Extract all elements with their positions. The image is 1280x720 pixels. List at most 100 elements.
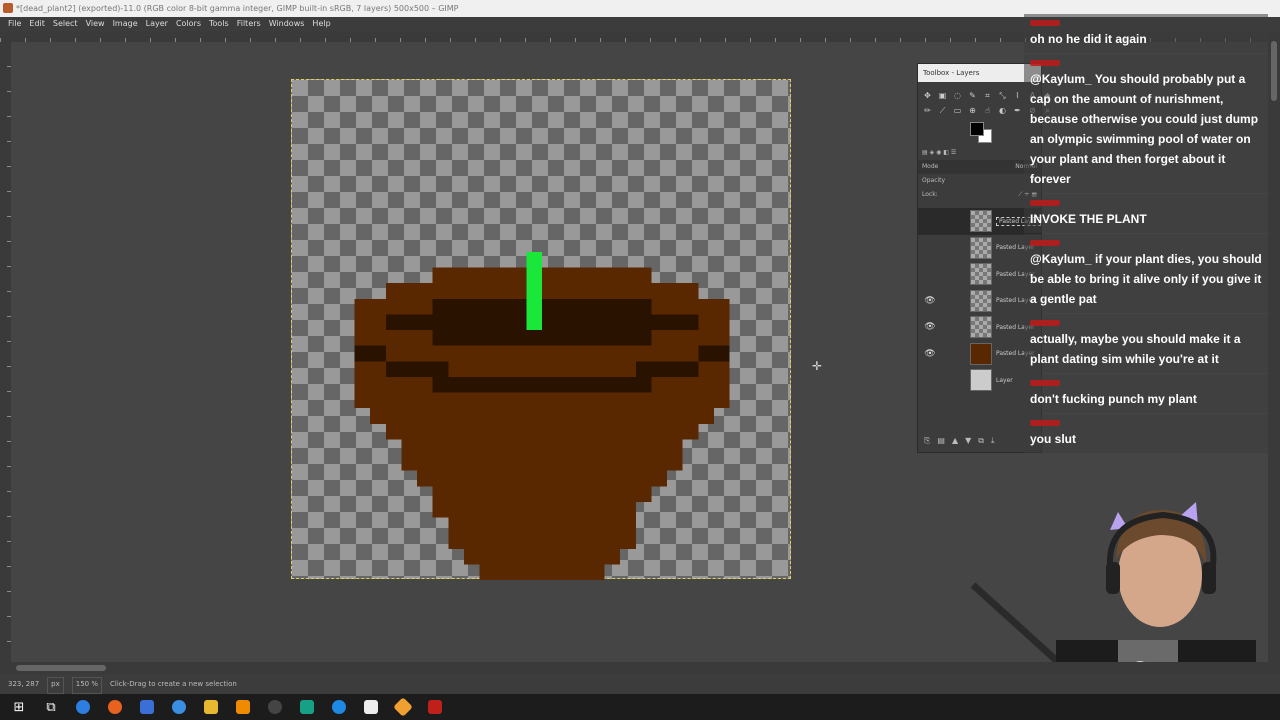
path-tool-icon[interactable]: ✒ <box>1012 105 1023 116</box>
image-workspace[interactable] <box>11 42 1041 662</box>
windows-start-icon[interactable]: ⊞ <box>6 696 32 718</box>
pot-pixel <box>463 548 621 565</box>
layer-row[interactable]: Pasted Layer <box>918 208 1041 235</box>
color-swatches <box>918 118 1041 146</box>
menu-view[interactable]: View <box>82 17 109 31</box>
vlc-icon[interactable] <box>230 696 256 718</box>
globe-icon[interactable] <box>166 696 192 718</box>
foreground-color-swatch[interactable] <box>970 122 984 136</box>
layer-row[interactable]: Pasted Layer <box>918 261 1041 288</box>
chat-username-redacted <box>1030 420 1060 426</box>
layer-row[interactable]: 👁 Pasted Layer <box>918 288 1041 315</box>
pot-pixel <box>385 423 699 440</box>
chat-username-redacted <box>1030 20 1060 26</box>
eye-icon[interactable]: 👁 <box>918 322 942 332</box>
task-view-icon[interactable]: ⧉ <box>38 696 64 718</box>
image-canvas[interactable] <box>291 79 791 580</box>
new-group-icon[interactable]: ▤ <box>937 436 945 446</box>
chat-username-redacted <box>1030 60 1060 66</box>
clone-tool-icon[interactable]: ⊕ <box>967 105 978 116</box>
chat-message: INVOKE THE PLANT <box>1024 194 1268 233</box>
chat-message: actually, maybe you should make it a pla… <box>1024 314 1268 373</box>
chat-text: don't fucking punch my plant <box>1030 392 1197 406</box>
folder-icon[interactable] <box>198 696 224 718</box>
status-bar: 323, 287 px 150 % Click-Drag to create a… <box>0 674 1280 694</box>
status-hint: Click-Drag to create a new selection <box>110 680 237 688</box>
menu-filters[interactable]: Filters <box>233 17 265 31</box>
crosshair-cursor-icon: ✛ <box>812 359 823 373</box>
layer-row[interactable]: Layer <box>918 367 1041 394</box>
menu-tools[interactable]: Tools <box>205 17 233 31</box>
layer-thumbnail <box>970 236 992 259</box>
raise-layer-icon[interactable]: ▲ <box>952 436 958 446</box>
scroll-thumb[interactable] <box>16 665 106 671</box>
pot-pixel <box>370 408 714 424</box>
menu-image[interactable]: Image <box>109 17 142 31</box>
menu-colors[interactable]: Colors <box>172 17 205 31</box>
menu-help[interactable]: Help <box>308 17 334 31</box>
duplicate-layer-icon[interactable]: ⧉ <box>978 436 984 446</box>
menu-layer[interactable]: Layer <box>142 17 172 31</box>
merge-layer-icon[interactable]: ⤓ <box>991 436 995 446</box>
dodge-tool-icon[interactable]: ◐ <box>997 105 1008 116</box>
chat-message: oh no he did it again <box>1024 14 1268 53</box>
firefox-icon[interactable] <box>102 696 128 718</box>
gimp-app-icon <box>3 3 13 13</box>
pot-pixel <box>432 330 652 346</box>
chat-text: you slut <box>1030 432 1077 446</box>
layer-thumbnail <box>970 263 992 286</box>
chat-text: @Kaylum_ if your plant dies, you should … <box>1030 252 1262 306</box>
menu-select[interactable]: Select <box>49 17 82 31</box>
layer-row[interactable]: 👁 Pasted Layer <box>918 314 1041 341</box>
pointer-coords: 323, 287 <box>8 680 40 688</box>
mail-icon[interactable] <box>134 696 160 718</box>
inkscape-icon[interactable] <box>358 696 384 718</box>
horizontal-scrollbar[interactable] <box>0 662 1280 674</box>
windows-taskbar: ⊞ ⧉ <box>0 694 1280 720</box>
edge-browser-icon[interactable] <box>70 696 96 718</box>
eraser-tool-icon[interactable]: ▭ <box>952 105 963 116</box>
filezilla-icon[interactable] <box>422 696 448 718</box>
zoom-select[interactable]: 150 % <box>71 677 103 694</box>
menu-file[interactable]: File <box>4 17 25 31</box>
scroll-thumb[interactable] <box>1271 41 1277 101</box>
terminal-icon[interactable] <box>294 696 320 718</box>
skype-icon[interactable] <box>326 696 352 718</box>
chat-message: you slut <box>1024 414 1268 453</box>
vertical-scrollbar[interactable] <box>1268 31 1280 662</box>
layer-row[interactable]: 👁 Pasted Layer <box>918 341 1041 368</box>
pot-pixel <box>432 376 652 393</box>
pot-pixel <box>448 517 636 549</box>
pot-pixel <box>370 392 714 409</box>
layer-thumbnail <box>970 342 992 365</box>
opacity-label: Opacity <box>922 177 946 184</box>
vertical-ruler[interactable] <box>0 42 11 662</box>
layer-row[interactable]: Pasted Layer <box>918 235 1041 262</box>
warp-tool-icon[interactable]: ⌇ <box>1012 90 1023 101</box>
new-layer-icon[interactable]: ⎘ <box>924 436 930 446</box>
lower-layer-icon[interactable]: ▼ <box>965 436 971 446</box>
opacity-row: Opacity 10 <box>918 174 1041 188</box>
pencil-tool-icon[interactable]: ✏ <box>922 105 933 116</box>
chat-message: @Kaylum_ if your plant dies, you should … <box>1024 234 1268 313</box>
obs-icon[interactable] <box>262 696 288 718</box>
eye-icon[interactable]: 👁 <box>918 296 942 306</box>
fuzzy-select-tool-icon[interactable]: ✎ <box>967 90 978 101</box>
smudge-tool-icon[interactable]: ☝ <box>982 105 993 116</box>
move-tool-icon[interactable]: ✥ <box>922 90 933 101</box>
crop-tool-icon[interactable]: ⌗ <box>982 90 993 101</box>
menu-edit[interactable]: Edit <box>25 17 49 31</box>
git-icon[interactable] <box>390 696 416 718</box>
layers-tab-icon[interactable]: ▤ ◈ ◉ ◧ ☰ <box>922 146 956 160</box>
eye-icon[interactable]: 👁 <box>918 349 942 359</box>
brush-tool-icon[interactable]: ⟋ <box>937 105 948 116</box>
mode-label: Mode <box>922 163 939 170</box>
unit-select[interactable]: px <box>47 677 64 694</box>
stream-chat-overlay: oh no he did it again @Kaylum_ You shoul… <box>1024 14 1268 454</box>
transform-tool-icon[interactable]: ⤡ <box>997 90 1008 101</box>
menu-windows[interactable]: Windows <box>265 17 309 31</box>
lasso-tool-icon[interactable]: ◌ <box>952 90 963 101</box>
rect-select-tool-icon[interactable]: ▣ <box>937 90 948 101</box>
pot-pixel <box>385 361 449 377</box>
chat-text: INVOKE THE PLANT <box>1030 212 1147 226</box>
